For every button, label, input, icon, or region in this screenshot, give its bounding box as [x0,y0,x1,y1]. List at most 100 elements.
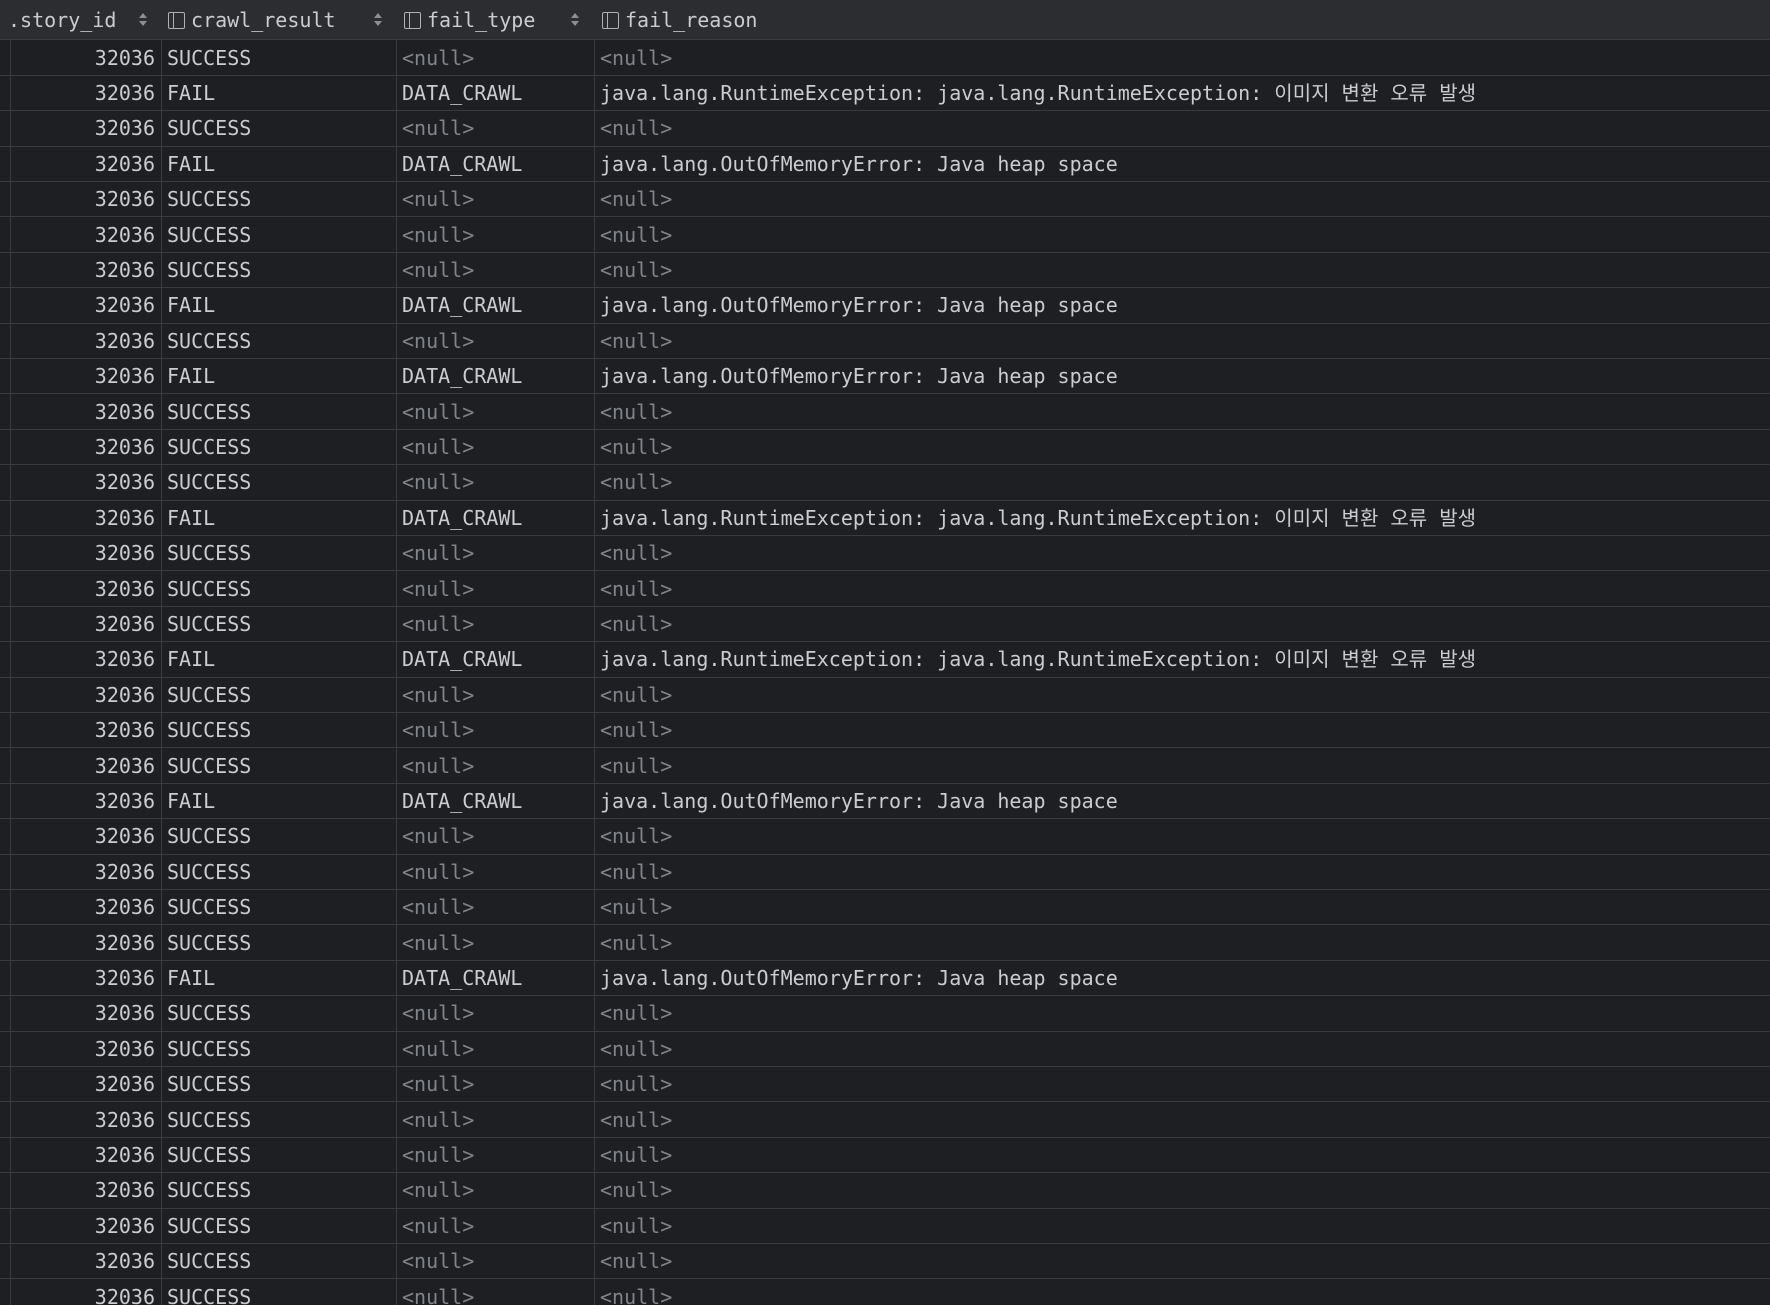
cell-fail-type[interactable]: <null> [402,1244,592,1278]
table-row[interactable]: 32036 FAIL DATA_CRAWL java.lang.RuntimeExce… [0,76,1770,112]
cell-story-id[interactable]: 32036 [10,218,155,252]
cell-fail-reason[interactable]: java.lang.RuntimeException: java.lang.Ru… [600,76,1760,110]
cell-fail-reason[interactable]: <null> [600,1244,1760,1278]
cell-fail-reason[interactable]: <null> [600,465,1760,499]
table-row[interactable]: 32036 SUCCESS <null> <null> [0,41,1770,76]
cell-fail-reason[interactable]: <null> [600,1032,1760,1066]
cell-story-id[interactable]: 32036 [10,926,155,960]
cell-crawl-result[interactable]: SUCCESS [167,111,392,145]
cell-fail-type[interactable]: <null> [402,607,592,641]
table-row[interactable]: 32036 FAIL DATA_CRAWL java.lang.OutOfMemory… [0,784,1770,820]
cell-story-id[interactable]: 32036 [10,395,155,429]
table-row[interactable]: 32036 SUCCESS <null> <null> [0,572,1770,607]
column-header-fail-reason[interactable]: fail_reason [602,0,1002,40]
cell-crawl-result[interactable]: FAIL [167,501,392,535]
cell-crawl-result[interactable]: SUCCESS [167,1032,392,1066]
cell-fail-reason[interactable]: <null> [600,111,1760,145]
cell-crawl-result[interactable]: FAIL [167,359,392,393]
cell-fail-reason[interactable]: <null> [600,678,1760,712]
table-row[interactable]: 32036 SUCCESS <null> <null> [0,1280,1770,1305]
cell-story-id[interactable]: 32036 [10,76,155,110]
table-row[interactable]: 32036 SUCCESS <null> <null> [0,713,1770,749]
cell-story-id[interactable]: 32036 [10,182,155,216]
cell-fail-reason[interactable]: <null> [600,1067,1760,1101]
table-row[interactable]: 32036 SUCCESS <null> <null> [0,1103,1770,1138]
cell-crawl-result[interactable]: FAIL [167,784,392,818]
cell-story-id[interactable]: 32036 [10,713,155,747]
cell-crawl-result[interactable]: SUCCESS [167,1280,392,1305]
table-row[interactable]: 32036 SUCCESS <null> <null> [0,111,1770,147]
table-row[interactable]: 32036 SUCCESS <null> <null> [0,1244,1770,1280]
cell-fail-reason[interactable]: <null> [600,855,1760,889]
cell-fail-type[interactable]: DATA_CRAWL [402,147,592,181]
cell-crawl-result[interactable]: SUCCESS [167,855,392,889]
table-row[interactable]: 32036 SUCCESS <null> <null> [0,749,1770,784]
cell-crawl-result[interactable]: SUCCESS [167,1067,392,1101]
cell-crawl-result[interactable]: FAIL [167,76,392,110]
cell-fail-reason[interactable]: <null> [600,713,1760,747]
cell-fail-reason[interactable]: <null> [600,890,1760,924]
cell-fail-reason[interactable]: java.lang.OutOfMemoryError: Java heap sp… [600,961,1760,995]
cell-fail-type[interactable]: <null> [402,855,592,889]
table-row[interactable]: 32036 SUCCESS <null> <null> [0,819,1770,855]
cell-crawl-result[interactable]: SUCCESS [167,1209,392,1243]
cell-crawl-result[interactable]: SUCCESS [167,1103,392,1137]
table-row[interactable]: 32036 FAIL DATA_CRAWL java.lang.RuntimeExce… [0,501,1770,537]
table-row[interactable]: 32036 FAIL DATA_CRAWL java.lang.OutOfMemory… [0,961,1770,997]
cell-fail-type[interactable]: <null> [402,996,592,1030]
cell-fail-reason[interactable]: <null> [600,324,1760,358]
cell-fail-reason[interactable]: <null> [600,1209,1760,1243]
cell-story-id[interactable]: 32036 [10,359,155,393]
table-row[interactable]: 32036 SUCCESS <null> <null> [0,182,1770,218]
cell-fail-reason[interactable]: <null> [600,395,1760,429]
cell-fail-type[interactable]: <null> [402,465,592,499]
cell-fail-type[interactable]: <null> [402,253,592,287]
cell-story-id[interactable]: 32036 [10,961,155,995]
cell-story-id[interactable]: 32036 [10,1280,155,1305]
cell-fail-type[interactable]: DATA_CRAWL [402,784,592,818]
cell-crawl-result[interactable]: SUCCESS [167,182,392,216]
cell-story-id[interactable]: 32036 [10,819,155,853]
cell-crawl-result[interactable]: SUCCESS [167,536,392,570]
cell-fail-type[interactable]: <null> [402,1103,592,1137]
cell-fail-type[interactable]: <null> [402,713,592,747]
cell-crawl-result[interactable]: SUCCESS [167,41,392,75]
table-row[interactable]: 32036 FAIL DATA_CRAWL java.lang.OutOfMemory… [0,359,1770,395]
cell-fail-type[interactable]: <null> [402,1280,592,1305]
cell-story-id[interactable]: 32036 [10,1067,155,1101]
cell-fail-type[interactable]: <null> [402,1138,592,1172]
table-row[interactable]: 32036 FAIL DATA_CRAWL java.lang.OutOfMemory… [0,288,1770,324]
table-row[interactable]: 32036 FAIL DATA_CRAWL java.lang.OutOfMemory… [0,147,1770,183]
column-header-story-id[interactable]: .story_id [8,0,158,40]
cell-story-id[interactable]: 32036 [10,288,155,322]
cell-fail-reason[interactable]: java.lang.OutOfMemoryError: Java heap sp… [600,359,1760,393]
cell-crawl-result[interactable]: SUCCESS [167,430,392,464]
table-row[interactable]: 32036 SUCCESS <null> <null> [0,395,1770,430]
cell-crawl-result[interactable]: SUCCESS [167,1138,392,1172]
cell-story-id[interactable]: 32036 [10,1209,155,1243]
table-row[interactable]: 32036 SUCCESS <null> <null> [0,465,1770,501]
cell-crawl-result[interactable]: SUCCESS [167,253,392,287]
cell-story-id[interactable]: 32036 [10,784,155,818]
table-row[interactable]: 32036 SUCCESS <null> <null> [0,253,1770,289]
cell-story-id[interactable]: 32036 [10,749,155,783]
cell-story-id[interactable]: 32036 [10,111,155,145]
cell-crawl-result[interactable]: FAIL [167,642,392,676]
cell-story-id[interactable]: 32036 [10,607,155,641]
cell-fail-reason[interactable]: <null> [600,1138,1760,1172]
cell-fail-reason[interactable]: <null> [600,926,1760,960]
cell-story-id[interactable]: 32036 [10,465,155,499]
cell-fail-type[interactable]: <null> [402,926,592,960]
cell-fail-type[interactable]: <null> [402,1209,592,1243]
cell-fail-type[interactable]: DATA_CRAWL [402,288,592,322]
cell-fail-type[interactable]: DATA_CRAWL [402,359,592,393]
cell-fail-reason[interactable]: <null> [600,218,1760,252]
cell-fail-reason[interactable]: <null> [600,607,1760,641]
cell-fail-type[interactable]: <null> [402,536,592,570]
cell-story-id[interactable]: 32036 [10,1103,155,1137]
cell-story-id[interactable]: 32036 [10,430,155,464]
cell-story-id[interactable]: 32036 [10,1244,155,1278]
cell-story-id[interactable]: 32036 [10,1173,155,1207]
cell-fail-reason[interactable]: <null> [600,996,1760,1030]
cell-fail-type[interactable]: <null> [402,749,592,783]
